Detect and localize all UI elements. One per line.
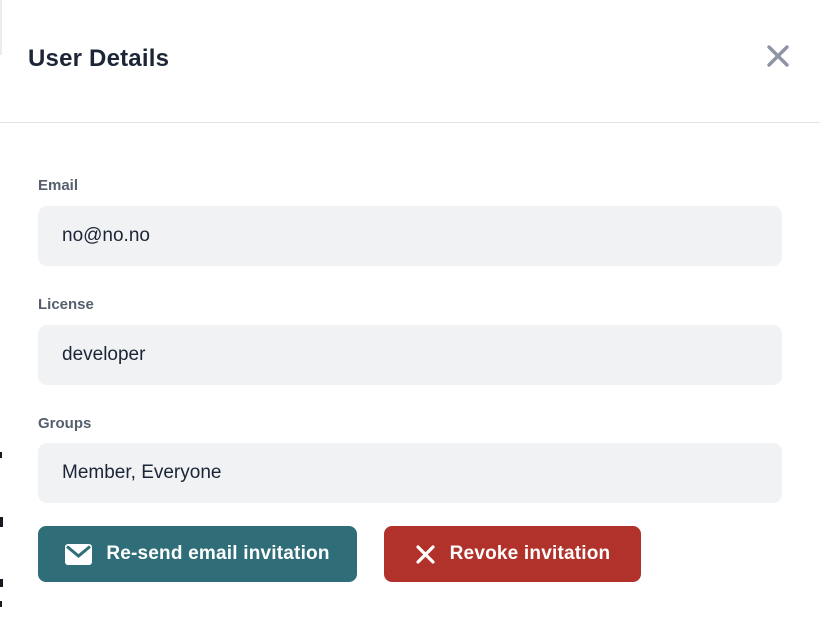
email-field[interactable]: no@no.no (38, 206, 782, 266)
x-icon (415, 544, 436, 565)
close-icon (766, 44, 790, 71)
license-value: developer (62, 344, 145, 366)
left-edge-shade (0, 0, 2, 55)
groups-value: Member, Everyone (62, 462, 221, 484)
revoke-button-label: Revoke invitation (450, 543, 611, 565)
close-button[interactable] (762, 41, 794, 73)
license-label: License (38, 296, 94, 313)
revoke-invitation-button[interactable]: Revoke invitation (384, 526, 641, 582)
resend-email-invitation-button[interactable]: Re-send email invitation (38, 526, 357, 582)
resend-button-label: Re-send email invitation (106, 543, 329, 565)
header-divider (0, 122, 820, 123)
left-edge-artifact (0, 601, 2, 607)
groups-label: Groups (38, 415, 91, 432)
license-field[interactable]: developer (38, 325, 782, 385)
email-value: no@no.no (62, 225, 150, 247)
modal-title: User Details (28, 45, 169, 73)
user-details-modal: User Details Email no@no.no License deve… (0, 0, 820, 626)
left-edge-artifact (0, 517, 3, 527)
envelope-icon (65, 544, 92, 565)
left-edge-artifact (0, 452, 2, 458)
groups-field[interactable]: Member, Everyone (38, 443, 782, 503)
left-edge-artifact (0, 579, 3, 587)
email-label: Email (38, 177, 78, 194)
